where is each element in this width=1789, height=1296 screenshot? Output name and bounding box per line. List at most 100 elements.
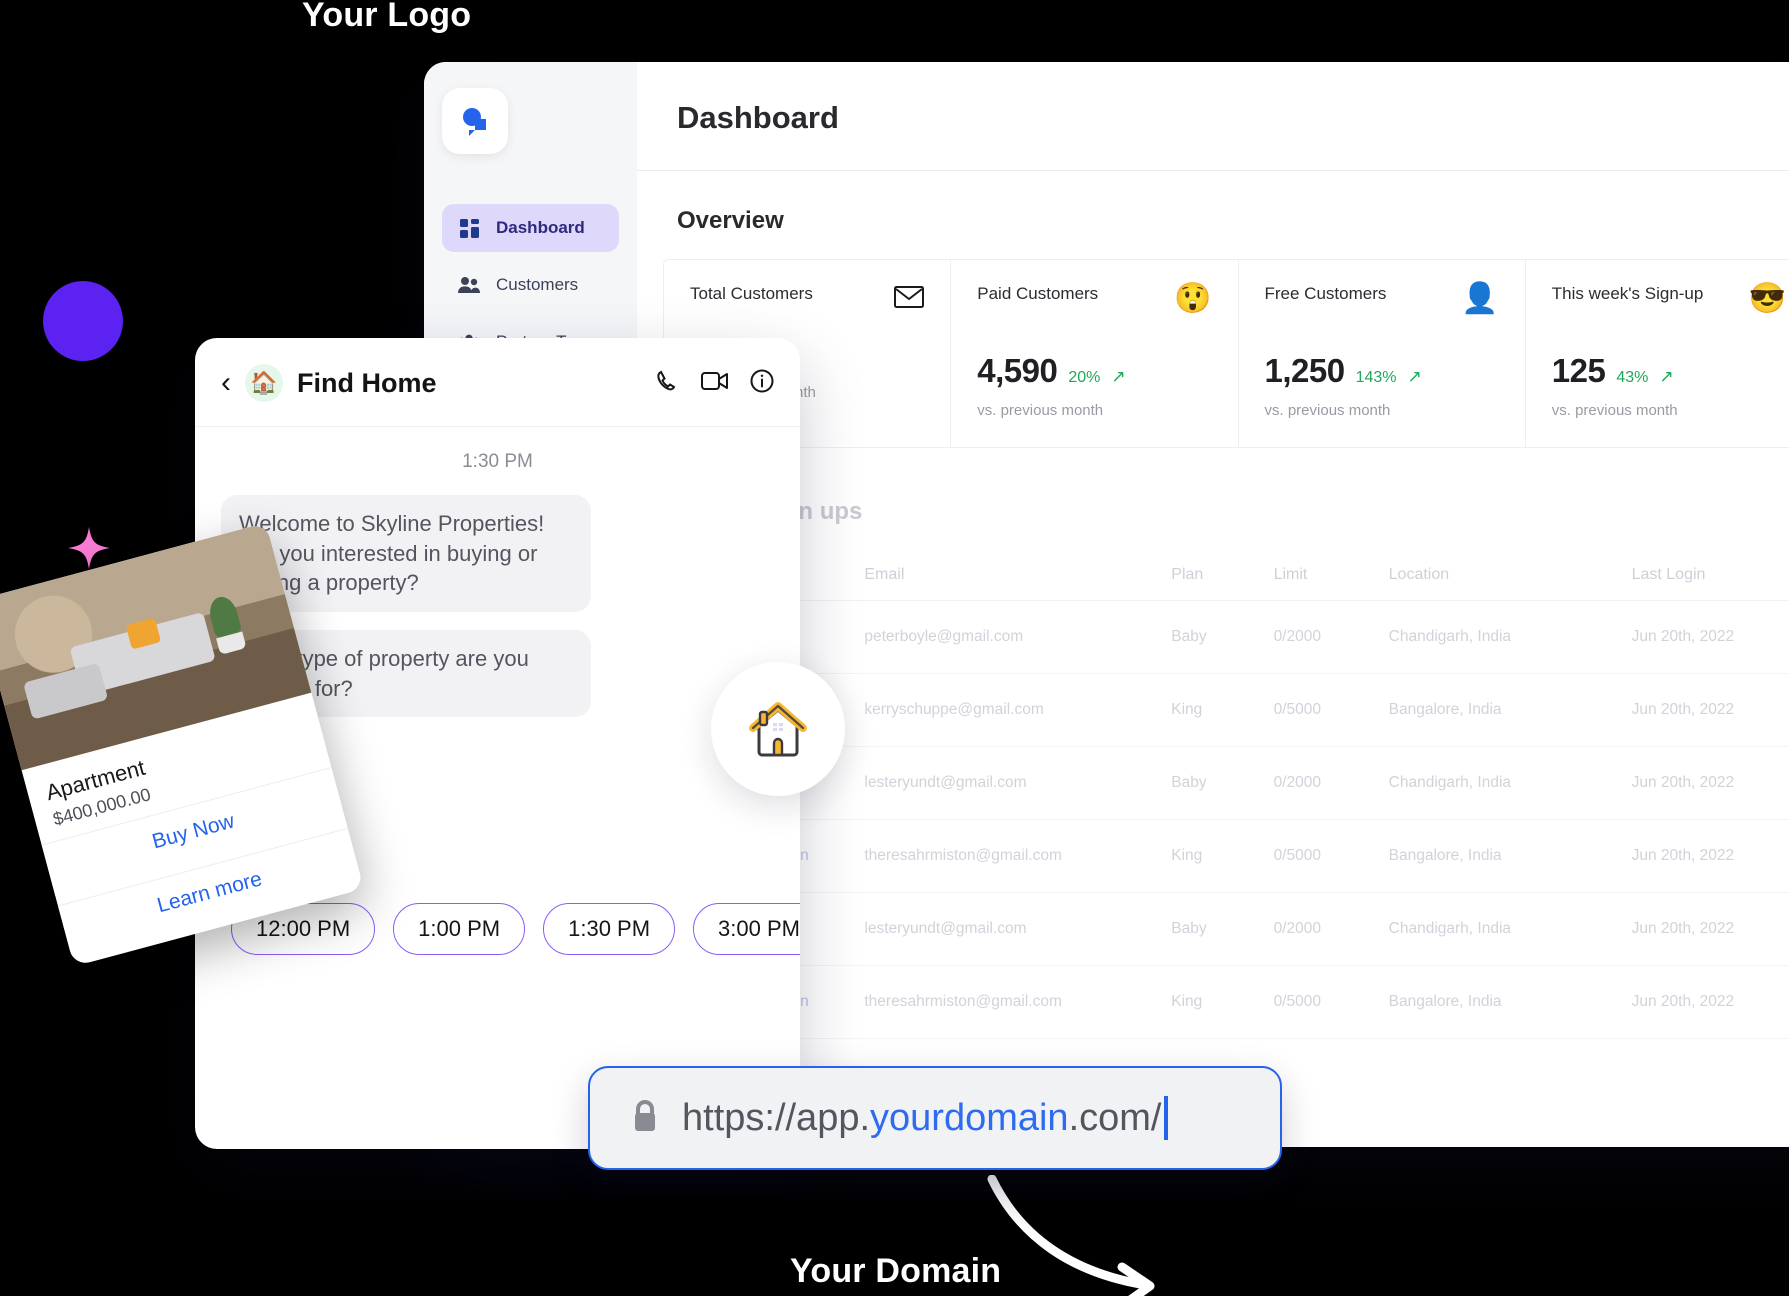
- cell-plan: Baby: [1161, 746, 1264, 820]
- stat-label: Total Customers: [690, 284, 813, 303]
- stats-row: Total Customers ↗ vs. previous month: [663, 259, 1789, 448]
- stat-delta: 20%: [1068, 369, 1101, 386]
- cell-email: lesteryundt@gmail.com: [854, 892, 1162, 966]
- house-avatar: 🏠: [245, 364, 283, 402]
- cell-plan: King: [1161, 965, 1264, 1039]
- page-title: Dashboard: [677, 100, 839, 135]
- chat-actions: [655, 369, 774, 398]
- house-illustration-badge: [711, 662, 845, 796]
- time-slot-group: 12:00 PM 1:00 PM 1:30 PM 3:00 PM: [195, 903, 800, 956]
- table-row[interactable]: Peter Boyle peterboyle@gmail.com Baby 0/…: [637, 600, 1789, 674]
- cell-limit: 0/2000: [1263, 892, 1379, 966]
- column-header-plan[interactable]: Plan: [1161, 552, 1264, 601]
- url-domain: yourdomain: [870, 1096, 1069, 1139]
- column-header-location[interactable]: Location: [1378, 552, 1622, 601]
- cell-location: Chandigarh, India: [1378, 600, 1622, 674]
- trend-up-icon: ↗: [1659, 367, 1674, 386]
- column-header-email[interactable]: Email: [854, 552, 1162, 601]
- stat-subtext: vs. previous month: [1551, 402, 1678, 419]
- sidebar-item-label: Customers: [496, 275, 579, 294]
- cell-email: theresahrmiston@gmail.com: [854, 965, 1162, 1039]
- top-annotation-label: Your Logo: [302, 0, 472, 34]
- stat-value: 1,250: [1264, 352, 1346, 389]
- stat-value: 125: [1551, 352, 1606, 389]
- trend-up-icon: ↗: [1407, 367, 1422, 386]
- lock-icon: [630, 1098, 660, 1139]
- cell-limit: 0/5000: [1263, 673, 1379, 747]
- video-camera-icon[interactable]: [701, 371, 728, 396]
- cell-email: lesteryundt@gmail.com: [854, 746, 1162, 820]
- url-text: https://app. yourdomain .com/: [682, 1096, 1169, 1140]
- stat-delta: 43%: [1616, 369, 1649, 386]
- signups-table: Name Email Plan Limit Location Last Logi…: [637, 552, 1789, 1039]
- stat-label: This week's Sign-up: [1551, 284, 1704, 303]
- cell-email: theresahrmiston@gmail.com: [854, 819, 1162, 893]
- cell-location: Bangalore, India: [1378, 673, 1622, 747]
- curved-arrow-bottom-icon: [987, 1175, 1155, 1296]
- browser-url-bar[interactable]: https://app. yourdomain .com/: [588, 1066, 1282, 1170]
- stat-label: Paid Customers: [977, 284, 1099, 303]
- sidebar-item-customers[interactable]: Customers: [442, 261, 619, 309]
- stat-card-paid-customers: Paid Customers 😲 4,590 20% ↗ vs. previou…: [951, 260, 1239, 447]
- overview-section-title: Overview: [677, 207, 784, 234]
- cell-limit: 0/5000: [1263, 819, 1379, 893]
- cell-plan: Baby: [1161, 600, 1264, 674]
- trend-up-icon: ↗: [1111, 367, 1126, 386]
- cell-last-login: Jun 20th, 2022: [1621, 600, 1789, 674]
- text-cursor: [1164, 1096, 1169, 1140]
- url-tld: .com/: [1068, 1096, 1162, 1139]
- cell-location: Chandigarh, India: [1378, 892, 1622, 966]
- cell-limit: 0/5000: [1263, 965, 1379, 1039]
- cell-last-login: Jun 20th, 2022: [1621, 746, 1789, 820]
- sidebar-item-dashboard[interactable]: Dashboard: [442, 204, 619, 252]
- stat-card-week-signups: This week's Sign-up 😎 125 43% ↗ vs. prev…: [1526, 260, 1789, 447]
- cell-last-login: Jun 20th, 2022: [1621, 819, 1789, 893]
- cell-location: Bangalore, India: [1378, 819, 1622, 893]
- person-face-icon: 👤: [1461, 282, 1499, 315]
- cell-plan: King: [1161, 819, 1264, 893]
- time-slot-button[interactable]: 3:00 PM: [693, 903, 800, 956]
- signups-section-title: Recent sign ups: [677, 498, 863, 525]
- chat-header: ‹ 🏠 Find Home: [195, 338, 800, 427]
- dashboard-main: Dashboard Overview Total Customers ↗: [637, 62, 1789, 1147]
- chat-title: Find Home: [297, 367, 437, 398]
- table-row[interactable]: Lester Yundt lesteryundt@gmail.com Baby …: [637, 892, 1789, 966]
- cell-email: peterboyle@gmail.com: [854, 600, 1162, 674]
- people-icon: [458, 274, 480, 296]
- cell-location: Chandigarh, India: [1378, 746, 1622, 820]
- cell-last-login: Jun 20th, 2022: [1621, 892, 1789, 966]
- chat-bubble-logo-icon: [463, 108, 486, 136]
- stat-subtext: vs. previous month: [1264, 402, 1391, 419]
- grid-icon: [458, 217, 480, 239]
- sunglasses-face-icon: 😎: [1748, 282, 1786, 315]
- table-row[interactable]: Theresa Hermiston theresahrmiston@gmail.…: [637, 965, 1789, 1039]
- astonished-face-icon: 😲: [1174, 282, 1212, 315]
- table-row[interactable]: Theresa Hermiston theresahrmiston@gmail.…: [637, 819, 1789, 893]
- phone-icon[interactable]: [655, 369, 679, 398]
- cell-location: Bangalore, India: [1378, 965, 1622, 1039]
- envelope-icon: [894, 284, 925, 314]
- purple-circle-decoration: [43, 281, 123, 361]
- stat-value: 4,590: [977, 352, 1058, 389]
- stat-label: Free Customers: [1264, 284, 1387, 303]
- cell-email: kerryschuppe@gmail.com: [854, 673, 1162, 747]
- time-slot-button[interactable]: 1:00 PM: [393, 903, 526, 956]
- composite-scene: Your Logo Your Domain Dashboard Customer…: [0, 0, 1789, 1296]
- cell-limit: 0/2000: [1263, 746, 1379, 820]
- bottom-annotation-label: Your Domain: [790, 1252, 1002, 1290]
- column-header-last-login[interactable]: Last Login: [1621, 552, 1789, 601]
- cell-plan: King: [1161, 673, 1264, 747]
- stat-card-free-customers: Free Customers 👤 1,250 143% ↗ vs. previo…: [1239, 260, 1526, 447]
- chat-timestamp: 1:30 PM: [462, 451, 533, 472]
- time-slot-button[interactable]: 1:30 PM: [543, 903, 676, 956]
- app-logo[interactable]: [442, 88, 508, 154]
- url-scheme: https://app.: [682, 1096, 871, 1139]
- column-header-limit[interactable]: Limit: [1263, 552, 1379, 601]
- cell-plan: Baby: [1161, 892, 1264, 966]
- chevron-left-icon[interactable]: ‹: [221, 368, 231, 398]
- info-icon[interactable]: [750, 369, 774, 398]
- house-icon: [749, 702, 807, 757]
- sidebar-item-label: Dashboard: [496, 218, 585, 237]
- cell-last-login: Jun 20th, 2022: [1621, 673, 1789, 747]
- stat-subtext: vs. previous month: [977, 402, 1104, 419]
